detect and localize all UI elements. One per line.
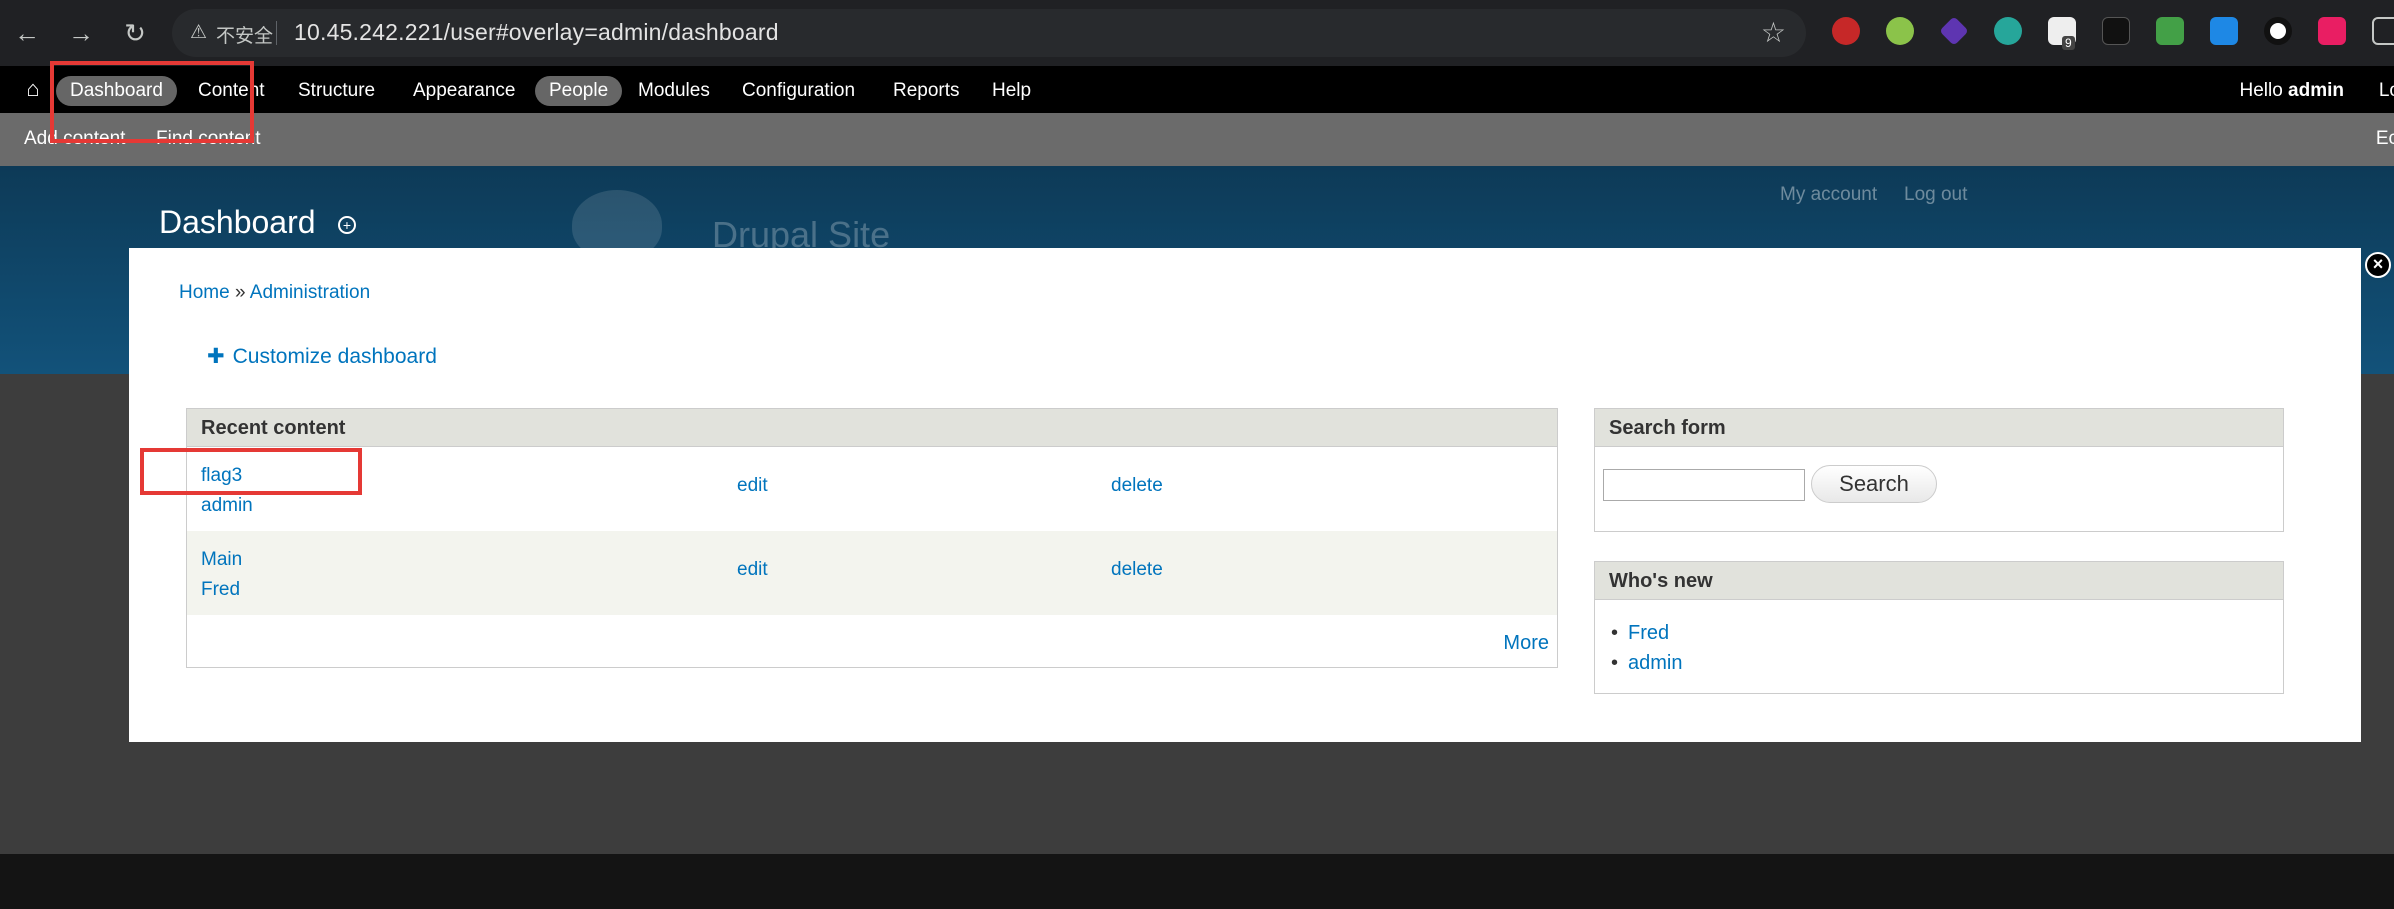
log-out-link[interactable]: Log out bbox=[1904, 184, 1967, 206]
delete-link[interactable]: delete bbox=[1111, 559, 1163, 581]
back-icon[interactable]: ← bbox=[8, 14, 46, 52]
toolbar-reports[interactable]: Reports bbox=[893, 78, 960, 104]
admin-toolbar: ⌂ Dashboard Content Structure Appearance… bbox=[0, 66, 2394, 113]
extension-chat-icon[interactable] bbox=[2156, 17, 2184, 45]
toolbar-configuration[interactable]: Configuration bbox=[742, 78, 855, 104]
extension-globe-icon[interactable] bbox=[1994, 17, 2022, 45]
list-item: Fred bbox=[1611, 618, 1683, 648]
browser-chrome: ← → ↻ ⚠ 不安全 10.45.242.221/user#overlay=a… bbox=[0, 0, 2394, 66]
plus-icon: ✚ bbox=[207, 345, 225, 368]
extension-lime-icon[interactable] bbox=[1886, 17, 1914, 45]
content-cell: Main Fred bbox=[201, 545, 242, 605]
search-input[interactable] bbox=[1603, 469, 1805, 501]
recent-content-title: Recent content bbox=[187, 409, 1557, 447]
content-author-link[interactable]: admin bbox=[201, 491, 253, 521]
whos-new-block: Who's new Fred admin bbox=[1594, 561, 2284, 694]
extension-shield-icon[interactable] bbox=[1832, 17, 1860, 45]
toolbar-modules[interactable]: Modules bbox=[638, 78, 710, 104]
shortcut-bar: Add content Find content Ec bbox=[0, 113, 2394, 166]
whos-new-title: Who's new bbox=[1595, 562, 2283, 600]
highlight-box-dashboard bbox=[50, 61, 254, 143]
hello-user[interactable]: Hello admin bbox=[2239, 78, 2344, 104]
breadcrumb: Home » Administration bbox=[179, 282, 370, 304]
search-form-block: Search form Search bbox=[1594, 408, 2284, 532]
breadcrumb-administration[interactable]: Administration bbox=[250, 282, 370, 303]
toolbar-help[interactable]: Help bbox=[992, 78, 1031, 104]
forward-icon[interactable]: → bbox=[62, 14, 100, 52]
insecure-label[interactable]: 不安全 bbox=[216, 21, 273, 48]
user-list: Fred admin bbox=[1611, 618, 1683, 678]
more-link[interactable]: More bbox=[1503, 632, 1549, 655]
customize-dashboard-label: Customize dashboard bbox=[232, 345, 437, 368]
url-text[interactable]: 10.45.242.221/user#overlay=admin/dashboa… bbox=[294, 19, 779, 46]
customize-dashboard-link[interactable]: ✚ Customize dashboard bbox=[207, 344, 437, 369]
delete-link[interactable]: delete bbox=[1111, 475, 1163, 497]
warning-icon: ⚠ bbox=[190, 22, 208, 43]
username[interactable]: admin bbox=[2288, 80, 2344, 101]
edit-link[interactable]: edit bbox=[737, 559, 768, 581]
extension-badge: 9 bbox=[2062, 36, 2075, 50]
toolbar-logout[interactable]: Lo bbox=[2379, 78, 2394, 104]
extension-window-icon[interactable] bbox=[2210, 17, 2238, 45]
search-form-title: Search form bbox=[1595, 409, 2283, 447]
search-button[interactable]: Search bbox=[1811, 465, 1937, 503]
content-author-link[interactable]: Fred bbox=[201, 575, 242, 605]
background-page-footer bbox=[0, 854, 2394, 909]
toolbar-structure[interactable]: Structure bbox=[298, 78, 375, 104]
toolbar-appearance[interactable]: Appearance bbox=[413, 78, 515, 104]
my-account-link[interactable]: My account bbox=[1780, 184, 1877, 206]
content-title-link[interactable]: Main bbox=[201, 545, 242, 575]
user-link[interactable]: admin bbox=[1628, 652, 1682, 674]
user-link[interactable]: Fred bbox=[1628, 622, 1669, 644]
extension-diamond-icon[interactable] bbox=[1939, 16, 1969, 46]
home-icon[interactable]: ⌂ bbox=[20, 76, 46, 102]
extension-circle-icon[interactable] bbox=[2264, 17, 2292, 45]
hello-prefix: Hello bbox=[2239, 80, 2289, 101]
background-page-title: Dashboard bbox=[159, 204, 316, 240]
overlay-close-icon[interactable]: × bbox=[2365, 252, 2391, 278]
extensions-menu-icon[interactable] bbox=[2372, 17, 2394, 45]
recent-content-block: Recent content flag3 admin edit delete M… bbox=[186, 408, 1558, 668]
table-row: flag3 admin edit delete bbox=[187, 447, 1557, 531]
shortcut-edit[interactable]: Ec bbox=[2376, 127, 2394, 151]
edit-link[interactable]: edit bbox=[737, 475, 768, 497]
table-row: Main Fred edit delete bbox=[187, 531, 1557, 615]
extension-translate-icon[interactable] bbox=[2318, 17, 2346, 45]
divider bbox=[276, 21, 277, 45]
bookmark-star-icon[interactable]: ☆ bbox=[1761, 16, 1786, 49]
add-shortcut-icon[interactable]: + bbox=[338, 216, 356, 234]
extension-n-icon[interactable] bbox=[2102, 17, 2130, 45]
dashboard-overlay: Home » Administration ✚ Customize dashboa… bbox=[129, 248, 2361, 742]
reload-icon[interactable]: ↻ bbox=[116, 14, 154, 52]
list-item: admin bbox=[1611, 648, 1682, 678]
breadcrumb-separator: » bbox=[229, 282, 250, 303]
toolbar-people[interactable]: People bbox=[535, 76, 623, 106]
highlight-box-flag3 bbox=[140, 448, 362, 495]
address-bar[interactable]: ⚠ 不安全 10.45.242.221/user#overlay=admin/d… bbox=[172, 9, 1806, 57]
breadcrumb-home[interactable]: Home bbox=[179, 282, 230, 303]
